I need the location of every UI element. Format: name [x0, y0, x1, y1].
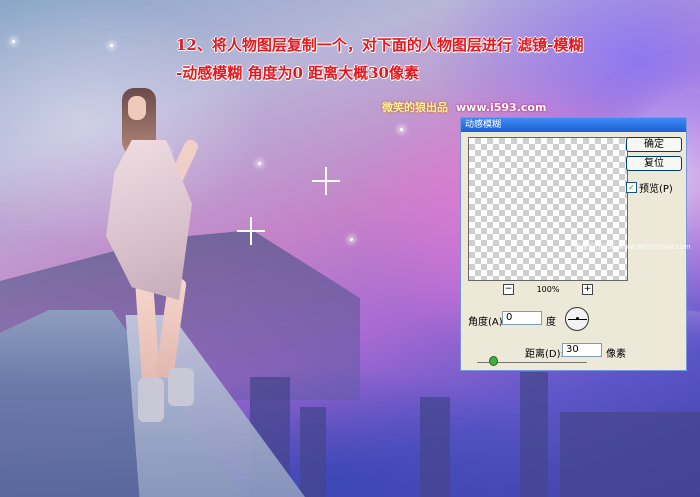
credit-line: 微笑的狼出品 www.i593.com — [382, 99, 546, 115]
zoom-in-button[interactable]: + — [582, 284, 593, 295]
city-skyline — [560, 412, 700, 497]
star-flare — [312, 167, 340, 195]
distance-label: 距离(D): — [525, 349, 564, 360]
tutorial-caption-line1: 12、将人物图层复制一个，对下面的人物图层进行 滤镜-模糊 — [176, 36, 584, 54]
forum-watermark: 思缘设计论坛 www.MISSYUAN.com — [574, 243, 691, 251]
zoom-out-button[interactable]: − — [503, 284, 514, 295]
star — [12, 40, 15, 43]
ok-button[interactable]: 确定 — [626, 137, 682, 152]
star — [400, 128, 403, 131]
preview-checkbox[interactable]: ✓ — [626, 182, 637, 193]
star — [350, 238, 353, 241]
star — [258, 162, 261, 165]
zoom-level: 100% — [536, 285, 560, 294]
city-building — [520, 372, 548, 497]
distance-input[interactable]: 30 — [562, 343, 602, 357]
distance-unit: 像素 — [606, 349, 626, 360]
credit-author: 微笑的狼出品 — [382, 101, 448, 114]
city-building — [420, 397, 450, 497]
woman-figure — [84, 88, 224, 428]
angle-label: 角度(A): — [468, 317, 507, 328]
preview-label: 预览(P) — [639, 184, 673, 195]
distance-slider-thumb[interactable] — [489, 356, 498, 366]
angle-dial[interactable] — [565, 307, 589, 331]
reset-button[interactable]: 复位 — [626, 156, 682, 171]
angle-unit: 度 — [546, 317, 556, 328]
zoom-controls: − 100% + — [503, 284, 593, 295]
credit-url: www.i593.com — [456, 101, 547, 114]
city-building — [300, 407, 326, 497]
angle-input[interactable]: 0 — [502, 311, 542, 325]
star-flare — [237, 217, 265, 245]
preview-pane[interactable] — [468, 137, 628, 281]
dialog-title: 动感模糊 — [461, 118, 686, 132]
tutorial-caption-line2: -动感模糊 角度为0 距离大概30像素 — [176, 64, 419, 82]
star — [110, 44, 113, 47]
preview-checkbox-row[interactable]: ✓ 预览(P) — [626, 180, 673, 195]
